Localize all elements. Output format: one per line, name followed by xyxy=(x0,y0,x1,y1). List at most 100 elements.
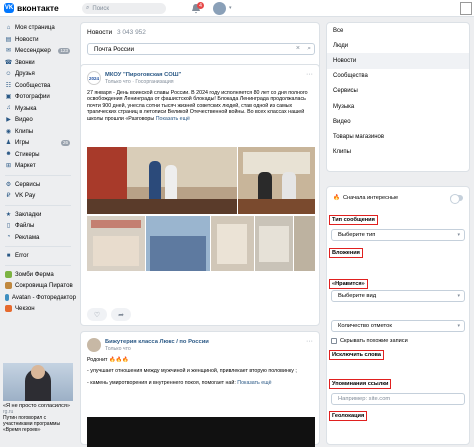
sidebar-item[interactable]: Зомби Ферма xyxy=(0,269,76,281)
post-author-link[interactable]: Бижутерия класса Люкс / по России xyxy=(105,339,209,345)
post-photo[interactable] xyxy=(146,216,210,271)
sidebar-item[interactable]: ♟ Игры 26 xyxy=(0,137,76,149)
app-icon: ■ xyxy=(6,252,11,259)
user-avatar[interactable] xyxy=(213,2,226,15)
section-menu-item[interactable]: Новости xyxy=(327,53,469,69)
post-text: 27 января - День воинской славы России. … xyxy=(87,90,315,122)
sidebar-item-label: Маркет xyxy=(15,162,36,170)
post-card: 2024 МКОУ "Пироговская СОШ" Только что ·… xyxy=(80,64,320,326)
sidebar-item[interactable]: ★ Закладки xyxy=(0,209,76,221)
post-photo[interactable] xyxy=(211,216,254,271)
attachments-select-value: Выберите вид xyxy=(338,293,377,299)
sidebar-item[interactable]: ◔ Реклама xyxy=(0,232,76,244)
section-menu-item[interactable]: Сообщества xyxy=(327,69,469,84)
ad-text: Путин поговорил с участниками программы … xyxy=(3,415,61,433)
vk-logo[interactable]: VK вконтакте xyxy=(4,3,59,13)
news-tab-title[interactable]: Новости xyxy=(87,29,112,36)
notifications-button[interactable]: 4 xyxy=(191,2,204,14)
chevron-down-icon: ▾ xyxy=(457,323,460,329)
section-menu-item[interactable]: Сервисы xyxy=(327,84,469,99)
author-avatar[interactable] xyxy=(87,338,101,352)
sidebar-item[interactable]: ₽ VK Pay xyxy=(0,190,76,202)
sidebar-item[interactable]: Сокровища Пиратов xyxy=(0,280,76,292)
hide-similar-checkbox[interactable]: Скрывать похожие записи xyxy=(331,338,408,344)
clear-icon[interactable]: × xyxy=(296,45,300,52)
sidebar-item[interactable]: ■ Error xyxy=(0,250,76,262)
sidebar-item[interactable]: ☻ Стикеры xyxy=(0,149,76,161)
post-photo[interactable] xyxy=(87,216,145,271)
clips-icon: ◉ xyxy=(5,128,12,135)
sidebar-item-label: Игры xyxy=(15,139,30,147)
show-more-link[interactable]: Показать ещё xyxy=(237,380,271,386)
attachments-select[interactable]: Выберите вид ▾ xyxy=(331,290,465,302)
sidebar-item-label: Клипы xyxy=(15,127,34,135)
post-photo[interactable] xyxy=(238,147,315,214)
section-menu-item[interactable]: Клипы xyxy=(327,145,469,160)
sidebar-item[interactable]: ▣ Фотографии xyxy=(0,91,76,103)
sidebar-ad[interactable]: «Я не просто согласился» rg.ru Путин пог… xyxy=(3,363,73,433)
mentions-input[interactable]: Например: site.com xyxy=(331,393,465,405)
post-video[interactable] xyxy=(87,417,315,447)
market-icon: ⊞ xyxy=(5,163,12,170)
sidebar-item[interactable]: ◉ Клипы xyxy=(0,126,76,138)
sidebar-item[interactable]: ⚙ Сервисы xyxy=(0,179,76,191)
sidebar-item-label: Музыка xyxy=(15,104,37,112)
like-button[interactable]: ♡ xyxy=(87,308,107,321)
ad-image xyxy=(3,363,73,401)
post-photo[interactable] xyxy=(255,216,293,271)
author-avatar[interactable]: 2024 xyxy=(87,71,101,85)
section-menu-item[interactable]: Видео xyxy=(327,114,469,129)
section-menu-item[interactable]: Музыка xyxy=(327,99,469,114)
phone-icon: ☎ xyxy=(4,59,13,66)
app-icon xyxy=(5,270,12,278)
section-menu-item[interactable]: Товары магазинов xyxy=(327,129,469,144)
likes-select[interactable]: Количество отметок ▾ xyxy=(331,320,465,332)
section-menu-item[interactable]: Все xyxy=(327,23,469,38)
sidebar-item[interactable]: ☎ Звонки xyxy=(0,57,76,69)
notification-badge: 4 xyxy=(197,2,204,9)
mentions-label: Упоминания ссылки xyxy=(329,379,392,389)
likes-filter-label: «Нравится» xyxy=(329,279,368,289)
app-icon xyxy=(5,305,12,313)
type-select[interactable]: Выберите тип ▾ xyxy=(331,229,465,241)
home-icon: ⌂ xyxy=(6,24,11,31)
sidebar-item[interactable]: Чекзон xyxy=(0,303,76,315)
window-square-icon xyxy=(460,2,472,15)
interesting-first-toggle[interactable] xyxy=(450,194,463,204)
sidebar-item[interactable]: ▤ Новости xyxy=(0,34,76,46)
sidebar-item[interactable]: ☺ Друзья xyxy=(0,68,76,80)
top-search-input[interactable]: ⌕ Поиск xyxy=(82,3,166,14)
sidebar-divider xyxy=(5,204,71,206)
likes-select-value: Количество отметок xyxy=(338,323,392,329)
post-photo[interactable] xyxy=(294,216,315,271)
search-icon[interactable]: ⌕ xyxy=(307,45,311,53)
sidebar-item[interactable]: ⌂ Моя страница xyxy=(0,22,76,34)
sidebar-item[interactable]: ▶ Видео xyxy=(0,114,76,126)
sidebar-item[interactable]: ▯ Файлы xyxy=(0,220,76,232)
app-icon xyxy=(5,282,12,290)
chevron-down-icon[interactable]: ▾ xyxy=(229,5,232,11)
top-bar: VK вконтакте ⌕ Поиск 4 ▾ xyxy=(0,0,474,17)
news-search-input[interactable]: Почта России × ⌕ xyxy=(87,43,315,55)
sidebar-item[interactable]: ✉ Мессенджер 123 xyxy=(0,45,76,57)
news-search-card: Новости 3 043 952 Почта России × ⌕ xyxy=(80,22,320,70)
chevron-down-icon: ▾ xyxy=(457,232,460,238)
section-menu-item[interactable]: Люди xyxy=(327,38,469,53)
interesting-first-row: 🔥 Сначала интересные xyxy=(333,195,398,201)
post-meta: Только что xyxy=(105,346,131,352)
sidebar-item-label: Сокровища Пиратов xyxy=(15,282,73,290)
sidebar-item-label: Зомби Ферма xyxy=(15,270,54,278)
post-photo[interactable] xyxy=(87,147,237,214)
more-options-icon[interactable]: ··· xyxy=(306,338,313,345)
sidebar-item[interactable]: ☷ Сообщества xyxy=(0,80,76,92)
post-author-link[interactable]: МКОУ "Пироговская СОШ" xyxy=(105,72,181,78)
sidebar-item[interactable]: Avatan - Фоторедактор xyxy=(0,292,76,304)
sidebar-item-label: Файлы xyxy=(15,222,35,230)
more-options-icon[interactable]: ··· xyxy=(306,71,313,78)
sidebar-item[interactable]: ⊞ Маркет xyxy=(0,160,76,172)
sidebar-divider xyxy=(5,174,71,176)
services-icon: ⚙ xyxy=(5,181,12,188)
share-button[interactable]: ➦ xyxy=(111,308,131,321)
sidebar-item[interactable]: ♫ Музыка xyxy=(0,103,76,115)
show-more-link[interactable]: Показать ещё xyxy=(156,116,190,122)
